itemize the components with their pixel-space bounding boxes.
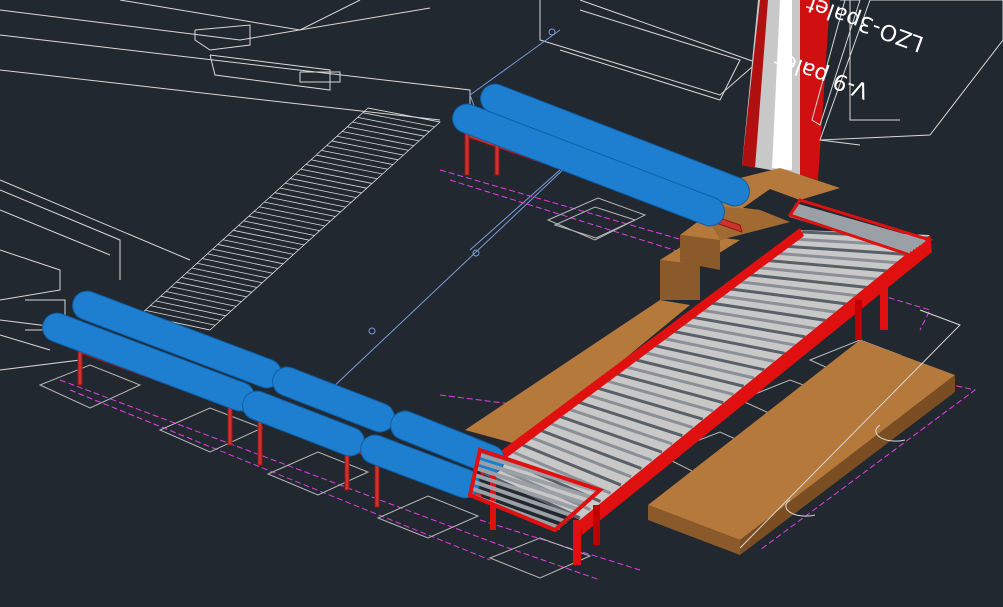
cad-viewport[interactable]: V-9 palet LZO-3palet [0,0,1003,607]
